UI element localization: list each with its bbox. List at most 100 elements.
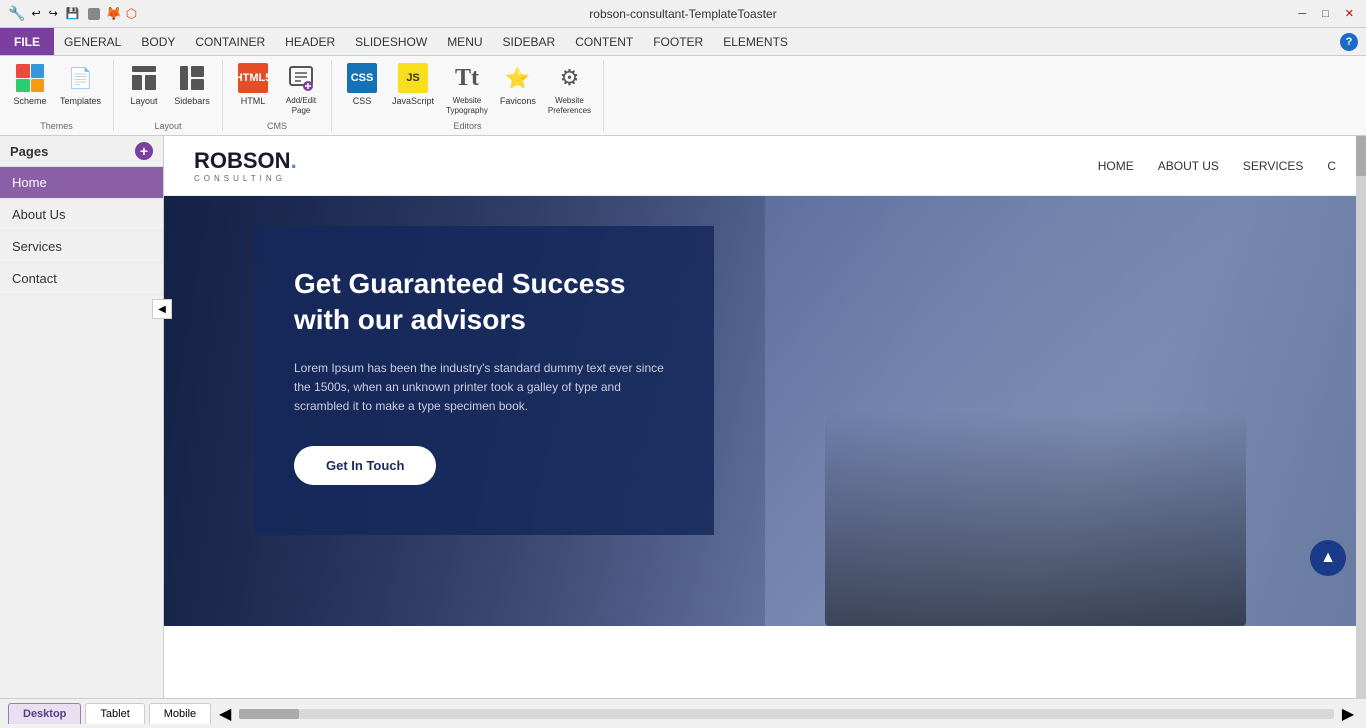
hero-content-box: Get Guaranteed Successwith our advisors … (254, 226, 714, 535)
preferences-label: WebsitePreferences (548, 96, 591, 115)
css-label: CSS (353, 96, 372, 107)
html5-badge-icon: HTML5 (237, 62, 269, 94)
window-controls: ─ □ ✕ (1294, 7, 1358, 20)
scroll-right-button[interactable]: ▶ (1338, 704, 1358, 724)
hero-title: Get Guaranteed Successwith our advisors (294, 266, 674, 339)
pages-title: Pages (10, 144, 48, 159)
logo-subtitle: CONSULTING (194, 174, 297, 183)
nav-home[interactable]: HOME (1098, 159, 1134, 173)
nav-links: HOME ABOUT US SERVICES C (1098, 159, 1336, 173)
ribbon-editors-group: CSS CSS JS JavaScript Tt WebsiteTypograp… (332, 60, 604, 131)
tab-tablet[interactable]: Tablet (85, 703, 144, 724)
page-item-home[interactable]: Home (0, 167, 163, 199)
left-panel: Pages + Home About Us Services Contact (0, 136, 164, 698)
help-icon[interactable]: ? (1340, 33, 1358, 51)
menu-elements[interactable]: ELEMENTS (713, 28, 798, 55)
close-button[interactable]: ✕ (1341, 7, 1358, 20)
page-item-contact[interactable]: Contact (0, 263, 163, 295)
sidebars-label: Sidebars (174, 96, 210, 107)
preview-navbar: ROBSON. CONSULTING HOME ABOUT US SERVICE… (164, 136, 1366, 196)
templates-button[interactable]: 📄 Templates (56, 60, 105, 109)
themes-items: Scheme 📄 Templates (8, 60, 105, 119)
scroll-left-button[interactable]: ◀ (215, 704, 235, 724)
title-bar: 🔧 ↩ ↪ 💾 🦊 ⬡ robson-consultant-TemplateTo… (0, 0, 1366, 28)
page-item-services[interactable]: Services (0, 231, 163, 263)
file-menu[interactable]: FILE (0, 28, 54, 55)
menu-container[interactable]: CONTAINER (185, 28, 275, 55)
website-preview: ROBSON. CONSULTING HOME ABOUT US SERVICE… (164, 136, 1366, 698)
menu-body[interactable]: BODY (131, 28, 185, 55)
nav-more[interactable]: C (1327, 159, 1336, 173)
scrollbar-thumb[interactable] (1356, 136, 1366, 176)
favicons-label: Favicons (500, 96, 536, 107)
favicons-button[interactable]: ⭐ Favicons (496, 60, 540, 109)
tool1-icon[interactable] (88, 8, 100, 20)
scroll-up-button[interactable]: ▲ (1310, 540, 1346, 576)
main-area: ◀ Pages + Home About Us Services Contact… (0, 136, 1366, 698)
nav-about[interactable]: ABOUT US (1158, 159, 1219, 173)
favicons-icon: ⭐ (502, 62, 534, 94)
js-badge-icon: JS (397, 62, 429, 94)
menu-slideshow[interactable]: SLIDESHOW (345, 28, 437, 55)
h-scroll-thumb[interactable] (239, 709, 299, 719)
themes-group-label: Themes (40, 121, 73, 131)
app-icon: 🔧 (8, 5, 25, 22)
add-page-button[interactable]: + (135, 142, 153, 160)
redo-icon[interactable]: ↪ (49, 7, 58, 20)
window-title: robson-consultant-TemplateToaster (589, 7, 776, 21)
scheme-label: Scheme (13, 96, 46, 107)
addedit-label: Add/EditPage (286, 96, 316, 115)
editors-group-label: Editors (454, 121, 482, 131)
layout-button[interactable]: Layout (122, 60, 166, 109)
minimize-button[interactable]: ─ (1294, 8, 1310, 20)
page-item-about[interactable]: About Us (0, 199, 163, 231)
sidebars-button[interactable]: Sidebars (170, 60, 214, 109)
layout-group-label: Layout (155, 121, 182, 131)
templates-icon: 📄 (65, 62, 97, 94)
javascript-button[interactable]: JS JavaScript (388, 60, 438, 109)
html-label: HTML (241, 96, 266, 107)
cta-button[interactable]: Get In Touch (294, 446, 436, 485)
scheme-button[interactable]: Scheme (8, 60, 52, 109)
addedit-icon (285, 62, 317, 94)
website-typography-button[interactable]: Tt WebsiteTypography (442, 60, 492, 117)
menu-sidebar[interactable]: SIDEBAR (493, 28, 566, 55)
scheme-icon (14, 62, 46, 94)
ribbon: Scheme 📄 Templates Themes Layout (0, 56, 1366, 136)
undo-icon[interactable]: ↩ (31, 7, 40, 20)
hero-section: Get Guaranteed Successwith our advisors … (164, 196, 1366, 626)
css-button[interactable]: CSS CSS (340, 60, 384, 109)
menu-menu[interactable]: MENU (437, 28, 492, 55)
addedit-button[interactable]: Add/EditPage (279, 60, 323, 117)
tab-desktop[interactable]: Desktop (8, 703, 81, 724)
sidebars-icon (176, 62, 208, 94)
cms-group-label: CMS (267, 121, 287, 131)
firefox-icon[interactable]: 🦊 (106, 6, 122, 22)
css-badge-icon: CSS (346, 62, 378, 94)
editors-items: CSS CSS JS JavaScript Tt WebsiteTypograp… (340, 60, 595, 119)
cms-items: HTML5 HTML Add/EditPage (231, 60, 323, 119)
tab-mobile[interactable]: Mobile (149, 703, 211, 724)
horizontal-scrollbar[interactable] (239, 709, 1334, 719)
ribbon-themes-group: Scheme 📄 Templates Themes (0, 60, 114, 131)
menu-content[interactable]: CONTENT (565, 28, 643, 55)
menu-bar: FILE GENERAL BODY CONTAINER HEADER SLIDE… (0, 28, 1366, 56)
nav-services[interactable]: SERVICES (1243, 159, 1303, 173)
website-preferences-button[interactable]: ⚙ WebsitePreferences (544, 60, 595, 117)
collapse-panel-button[interactable]: ◀ (152, 299, 172, 319)
pages-header: Pages + (0, 136, 163, 167)
html5-icon[interactable]: ⬡ (126, 6, 137, 22)
menu-footer[interactable]: FOOTER (643, 28, 713, 55)
canvas-area: ROBSON. CONSULTING HOME ABOUT US SERVICE… (164, 136, 1366, 698)
typography-label: WebsiteTypography (446, 96, 488, 115)
maximize-button[interactable]: □ (1318, 8, 1333, 20)
logo-area: ROBSON. CONSULTING (194, 148, 297, 183)
menu-header[interactable]: HEADER (275, 28, 345, 55)
menu-general[interactable]: GENERAL (54, 28, 131, 55)
layout-icon (128, 62, 160, 94)
save-icon[interactable]: 💾 (66, 7, 80, 20)
html-button[interactable]: HTML5 HTML (231, 60, 275, 109)
logo-text: ROBSON. (194, 148, 297, 174)
vertical-scrollbar[interactable] (1356, 136, 1366, 698)
layout-label: Layout (131, 96, 158, 107)
